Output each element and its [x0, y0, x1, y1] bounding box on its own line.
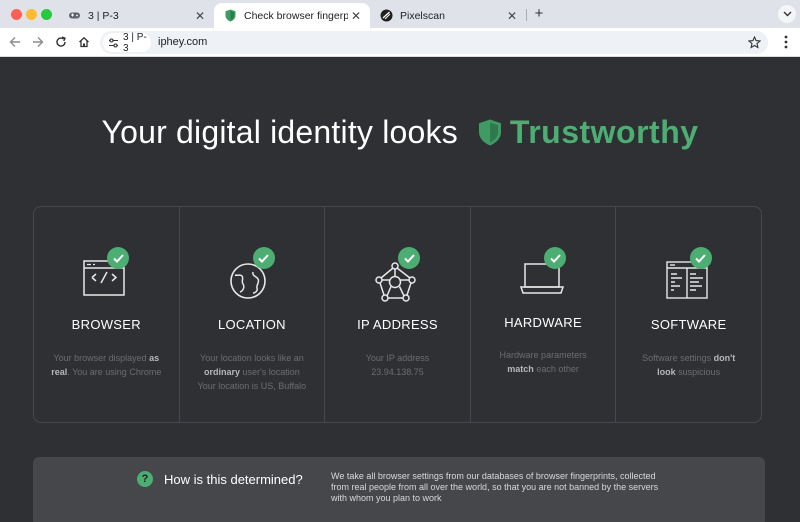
check-badge-icon [689, 247, 712, 269]
reload-button[interactable] [52, 33, 70, 51]
shield-icon [478, 119, 502, 146]
home-button[interactable] [75, 33, 93, 51]
software-window-icon [658, 247, 720, 307]
shield-icon [224, 9, 237, 22]
close-tab-icon[interactable]: ✕ [192, 8, 208, 24]
home-icon [79, 36, 89, 48]
card-title: HARDWARE [504, 315, 582, 330]
tab-title: Check browser fingerprints [244, 9, 348, 22]
card-description: Hardware parameters match each other [499, 350, 587, 374]
card-description: Your IP address 23.94.138.75 [365, 353, 430, 377]
bookmark-button[interactable] [746, 34, 762, 50]
close-tab-icon[interactable]: ✕ [504, 8, 520, 24]
address-bar[interactable]: 3 | P-3 iphey.com [100, 31, 768, 54]
how-answer: We take all browser settings from our da… [331, 471, 659, 503]
card-title: BROWSER [71, 317, 141, 332]
new-tab-button[interactable]: + [531, 6, 547, 22]
check-badge-icon [544, 247, 567, 269]
page-headline: Your digital identity looks Trustworthy [0, 108, 800, 156]
check-badge-icon [252, 247, 275, 269]
arrow-left-icon [9, 37, 20, 47]
tab-search-button[interactable] [778, 5, 796, 23]
trust-verdict: Trustworthy [509, 113, 699, 150]
tab-check-browser-fingerprints[interactable]: Check browser fingerprints ✕ [214, 3, 370, 28]
card-description: Software settings don't look suspicious [642, 353, 736, 377]
kebab-icon [784, 35, 788, 49]
tab-title: 3 | P-3 [88, 9, 119, 22]
card-description: Your location looks like an ordinary user… [197, 353, 307, 391]
laptop-icon [512, 247, 574, 307]
url-text[interactable]: iphey.com [158, 36, 207, 48]
maximize-window-button[interactable] [41, 9, 52, 20]
site-info-chip[interactable]: 3 | P-3 [103, 31, 151, 54]
close-window-button[interactable] [11, 9, 22, 20]
card-title: SOFTWARE [650, 317, 727, 332]
minimize-window-button[interactable] [26, 9, 37, 20]
check-badge-icon [107, 247, 130, 269]
tab-pixelscan[interactable]: Pixelscan ✕ [370, 3, 526, 28]
tab-title: Pixelscan [400, 9, 445, 22]
browser-code-icon [75, 247, 137, 307]
browser-toolbar: 3 | P-3 iphey.com [0, 28, 800, 57]
tab-bar: 3 | P-3 ✕ Check browser fingerprints ✕ P… [0, 0, 800, 28]
check-badge-icon [398, 247, 421, 269]
card-description: Your browser displayed as real. You are u… [51, 353, 162, 377]
arrow-right-icon [33, 37, 44, 47]
headline-text: Your digital identity looks [101, 113, 458, 150]
reload-icon [56, 36, 66, 47]
globe-icon [221, 247, 283, 307]
hardware-card: HARDWARE Hardware parameters match each o… [471, 207, 617, 422]
forward-button[interactable] [29, 33, 47, 51]
location-card: LOCATION Your location looks like an ordi… [180, 207, 326, 422]
ip-address-card: IP ADDRESS Your IP address 23.94.138.75 [325, 207, 471, 422]
how-question: How is this determined? [164, 472, 303, 487]
card-title: LOCATION [217, 317, 286, 332]
tab-divider [526, 9, 527, 21]
card-title: IP ADDRESS [357, 317, 438, 332]
close-tab-icon[interactable]: ✕ [348, 8, 364, 24]
star-icon [747, 35, 761, 49]
pixelscan-icon [380, 9, 393, 22]
software-card: SOFTWARE Software settings don't look sus… [616, 207, 761, 422]
how-determined-panel: ? How is this determined? We take all br… [33, 457, 765, 522]
site-chip-label: 3 | P-3 [123, 31, 147, 54]
network-icon [366, 247, 428, 307]
chevron-down-icon [783, 11, 791, 17]
check-cards: BROWSER Your browser displayed as real. Y… [33, 206, 762, 423]
tune-icon [108, 37, 119, 48]
question-icon: ? [137, 471, 153, 487]
browser-card: BROWSER Your browser displayed as real. Y… [34, 207, 180, 422]
gamepad-icon [68, 9, 81, 22]
back-button[interactable] [6, 33, 24, 51]
browser-menu-button[interactable] [778, 33, 794, 51]
tab-p3[interactable]: 3 | P-3 ✕ [58, 3, 214, 28]
